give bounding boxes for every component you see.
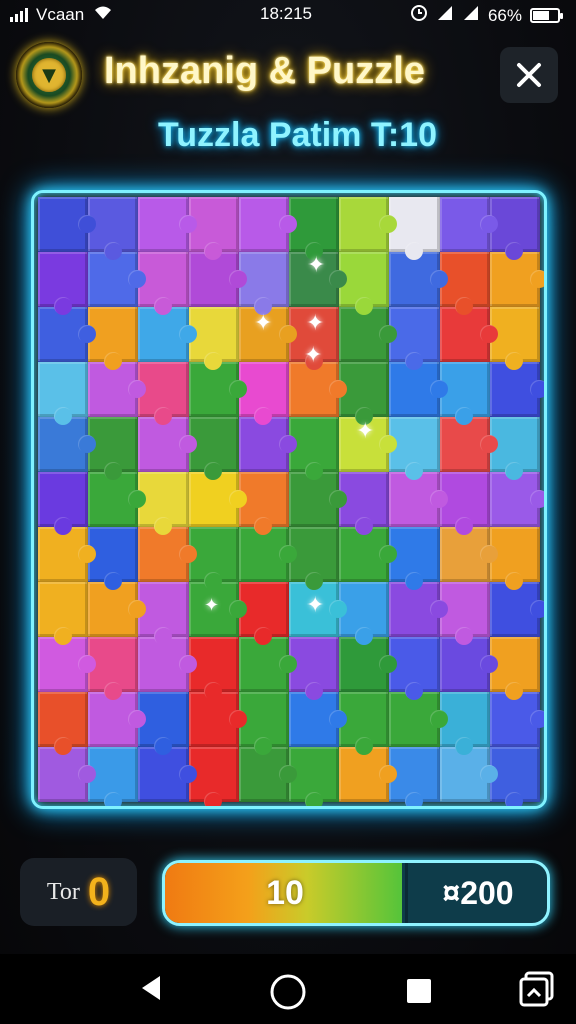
puzzle-piece[interactable] [88, 692, 147, 747]
puzzle-piece[interactable] [489, 692, 544, 747]
puzzle-piece[interactable] [138, 307, 197, 362]
puzzle-piece[interactable] [489, 252, 544, 307]
puzzle-piece[interactable] [238, 747, 298, 802]
sparkle-icon: ✦ [307, 253, 326, 278]
puzzle-piece[interactable] [188, 472, 248, 527]
puzzle-piece[interactable] [339, 637, 398, 692]
progress-target: ¤200 [442, 874, 514, 911]
sparkle-icon: ✦ [254, 311, 273, 336]
puzzle-piece[interactable] [38, 307, 97, 362]
puzzle-piece[interactable] [88, 252, 147, 307]
puzzle-piece[interactable] [38, 472, 89, 535]
puzzle-piece[interactable] [389, 252, 448, 307]
puzzle-piece[interactable] [38, 197, 97, 252]
puzzle-piece[interactable] [339, 307, 398, 362]
puzzle-piece[interactable] [339, 527, 398, 582]
close-icon [517, 63, 541, 87]
puzzle-piece[interactable] [439, 527, 499, 582]
puzzle-piece[interactable] [489, 472, 544, 527]
level-subtitle: Tuzzla Patim T:10 [158, 116, 437, 154]
puzzle-piece[interactable] [188, 362, 248, 417]
puzzle-piece[interactable] [88, 472, 147, 527]
puzzle-piece[interactable] [389, 582, 448, 637]
puzzle-piece[interactable] [289, 472, 348, 527]
nav-bar [0, 954, 576, 1024]
puzzle-piece[interactable] [88, 362, 147, 417]
puzzle-piece[interactable] [238, 637, 298, 692]
puzzle-piece[interactable] [289, 692, 348, 747]
puzzle-board[interactable]: ✦ ✦ ✦ ✦ ✦ ✦ ✦ [31, 190, 547, 809]
screenshot-icon [519, 971, 554, 1007]
puzzle-piece[interactable] [389, 472, 448, 527]
battery-percent: 66% [487, 5, 522, 25]
puzzle-piece[interactable] [138, 417, 197, 472]
puzzle-piece[interactable] [339, 197, 398, 252]
puzzle-piece[interactable] [138, 197, 197, 252]
puzzle-piece[interactable] [188, 252, 248, 307]
puzzle-piece[interactable] [389, 362, 448, 417]
puzzle-piece[interactable] [38, 692, 89, 755]
network-icon-2 [462, 4, 480, 27]
progress-bar: 10 ¤200 [162, 860, 550, 926]
screenshot-button[interactable] [518, 970, 556, 1012]
puzzle-piece[interactable] [439, 747, 499, 802]
puzzle-piece[interactable] [188, 692, 248, 747]
sparkle-icon: ✦ [306, 311, 325, 336]
puzzle-piece[interactable] [289, 362, 348, 417]
puzzle-piece[interactable] [138, 747, 197, 802]
clock: 18:215 [260, 4, 312, 23]
sparkle-icon: ✦ [304, 343, 323, 368]
puzzle-piece[interactable] [439, 197, 499, 252]
battery-icon [530, 8, 563, 23]
back-icon [142, 976, 160, 1000]
home-button[interactable] [268, 972, 308, 1016]
puzzle-piece[interactable] [489, 362, 544, 417]
signal-icon [10, 7, 28, 22]
puzzle-piece[interactable] [339, 747, 398, 802]
home-icon [270, 974, 306, 1010]
back-button[interactable] [136, 972, 166, 1008]
puzzle-piece[interactable] [238, 417, 298, 472]
puzzle-piece[interactable] [489, 582, 544, 637]
puzzle-piece[interactable] [238, 527, 298, 582]
puzzle-grid[interactable] [38, 197, 544, 806]
carrier-label: Vcaan [36, 4, 85, 24]
network-icon [436, 4, 454, 27]
recents-icon [407, 979, 431, 1003]
puzzle-piece[interactable] [389, 692, 448, 747]
score-value: 0 [87, 869, 111, 914]
puzzle-piece[interactable] [38, 252, 89, 315]
progress-value: 10 [266, 873, 304, 912]
alarm-icon [410, 4, 428, 27]
puzzle-piece[interactable] [38, 362, 89, 425]
puzzle-piece[interactable] [238, 197, 298, 252]
puzzle-piece[interactable] [439, 307, 499, 362]
puzzle-piece[interactable] [138, 637, 197, 692]
recents-button[interactable] [404, 976, 434, 1010]
puzzle-piece[interactable] [38, 747, 97, 802]
puzzle-piece[interactable] [38, 582, 89, 645]
page-title: Inhzanig & Puzzle [104, 50, 425, 92]
sparkle-icon: ✦ [204, 595, 220, 616]
puzzle-piece[interactable] [38, 417, 97, 472]
score-label: Tor [46, 878, 80, 905]
sparkle-icon: ✦ [356, 419, 375, 444]
puzzle-piece[interactable] [38, 637, 97, 692]
puzzle-piece[interactable] [439, 637, 499, 692]
puzzle-piece[interactable] [88, 582, 147, 637]
puzzle-piece[interactable] [138, 527, 197, 582]
wifi-icon [92, 4, 114, 25]
sparkle-icon: ✦ [306, 593, 325, 618]
status-bar: Vcaan 18:215 66% [0, 0, 576, 30]
puzzle-piece[interactable] [38, 527, 97, 582]
puzzle-piece[interactable] [439, 417, 499, 472]
emblem-icon: ▼ [16, 42, 82, 108]
score-box: Tor 0 [20, 858, 137, 926]
close-button[interactable] [500, 47, 558, 103]
